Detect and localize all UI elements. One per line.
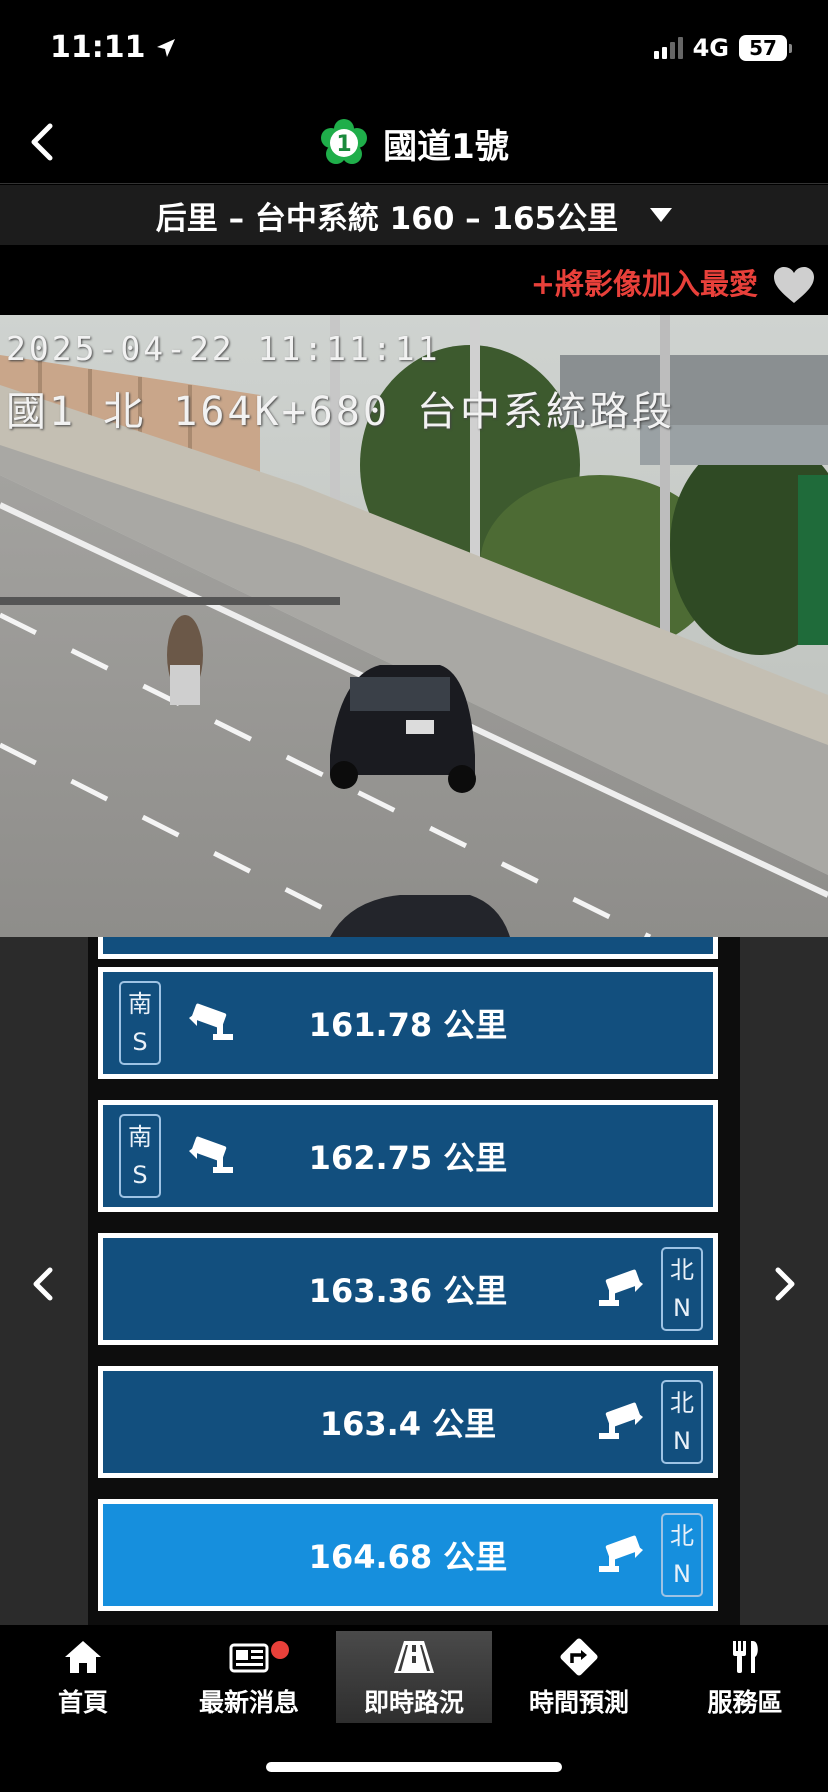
direction-cn: 南 bbox=[128, 1123, 152, 1151]
news-icon bbox=[229, 1643, 269, 1673]
direction-badge: 南 S bbox=[119, 1114, 161, 1198]
status-time: 11:11 bbox=[50, 30, 178, 65]
home-icon bbox=[65, 1641, 101, 1673]
direction-cn: 北 bbox=[670, 1389, 694, 1417]
location-arrow-icon bbox=[156, 38, 175, 57]
camera-list-panel: 南 S 161.78 公里 南 S 162.75 公里 163.36 公里 北 … bbox=[0, 937, 828, 1625]
camera-km: 164.68 公里 bbox=[308, 1538, 508, 1576]
battery-level: 57 bbox=[739, 35, 787, 61]
section-dropdown[interactable]: 后里 – 台中系統 160 – 165公里 bbox=[0, 185, 828, 245]
cctv-camera-icon bbox=[189, 1136, 233, 1173]
battery-icon: 57 bbox=[739, 35, 792, 61]
road-icon bbox=[394, 1641, 434, 1673]
camera-image: 2025-04-22 11:11:11 國1 北 164K+680 台中系統路段 bbox=[0, 315, 828, 937]
add-favorite-link[interactable]: +將影像加入最愛 bbox=[531, 261, 758, 303]
tab-home[interactable]: 首頁 bbox=[5, 1631, 161, 1723]
camera-timestamp: 2025-04-22 11:11:11 bbox=[6, 329, 441, 368]
nav-header: 1 國道1號 bbox=[0, 100, 828, 184]
direction-cn: 北 bbox=[670, 1522, 694, 1550]
cellular-signal-icon bbox=[653, 37, 683, 59]
direction-badge: 北 N bbox=[661, 1380, 703, 1464]
direction-cn: 南 bbox=[128, 990, 152, 1018]
camera-km: 162.75 公里 bbox=[308, 1139, 508, 1177]
direction-en: S bbox=[132, 1028, 148, 1056]
direction-en: S bbox=[132, 1161, 148, 1189]
direction-en: N bbox=[673, 1294, 691, 1322]
tab-news[interactable]: 最新消息 bbox=[171, 1631, 327, 1723]
tab-live-traffic[interactable]: 即時路況 bbox=[336, 1631, 492, 1723]
tab-service-area-label: 服務區 bbox=[707, 1688, 783, 1717]
camera-km: 163.36 公里 bbox=[308, 1272, 508, 1310]
favorite-row: +將影像加入最愛 bbox=[0, 245, 828, 315]
page-title-text: 國道1號 bbox=[383, 126, 509, 167]
tab-service-area[interactable]: 服務區 bbox=[667, 1631, 823, 1723]
direction-cn: 北 bbox=[670, 1256, 694, 1284]
page-title: 1 國道1號 bbox=[0, 118, 828, 168]
camera-location: 國1 北 164K+680 台中系統路段 bbox=[6, 389, 675, 435]
list-item-selected[interactable]: 164.68 公里 北 N bbox=[98, 1499, 718, 1611]
freeway-badge-icon: 1 bbox=[321, 119, 368, 164]
list-item[interactable]: 163.4 公里 北 N bbox=[98, 1366, 718, 1478]
list-item[interactable]: 南 S 161.78 公里 bbox=[98, 967, 718, 1079]
cctv-camera-icon bbox=[599, 1402, 643, 1439]
home-indicator bbox=[266, 1762, 562, 1772]
status-indicators: 4G 57 bbox=[653, 34, 792, 62]
tab-home-label: 首頁 bbox=[57, 1688, 108, 1717]
direction-badge: 北 N bbox=[661, 1513, 703, 1597]
freeway-badge-number: 1 bbox=[337, 132, 352, 157]
status-time-text: 11:11 bbox=[50, 30, 146, 65]
tab-time-prediction-label: 時間預測 bbox=[528, 1688, 629, 1717]
direction-en: N bbox=[673, 1560, 691, 1588]
heart-icon[interactable] bbox=[772, 265, 816, 305]
tab-time-prediction[interactable]: 時間預測 bbox=[501, 1631, 657, 1723]
list-item-partial[interactable] bbox=[98, 937, 718, 959]
tab-live-traffic-label: 即時路況 bbox=[363, 1688, 464, 1717]
network-type: 4G bbox=[692, 34, 729, 62]
cctv-camera-icon bbox=[599, 1269, 643, 1306]
previous-section-button[interactable] bbox=[24, 1262, 64, 1306]
utensils-icon bbox=[733, 1641, 758, 1673]
direction-badge: 南 S bbox=[119, 981, 161, 1065]
direction-en: N bbox=[673, 1427, 691, 1455]
chevron-down-icon bbox=[650, 208, 673, 222]
cctv-camera-icon bbox=[189, 1003, 233, 1040]
camera-list: 南 S 161.78 公里 南 S 162.75 公里 163.36 公里 北 … bbox=[88, 937, 740, 1625]
list-item[interactable]: 163.36 公里 北 N bbox=[98, 1233, 718, 1345]
route-icon bbox=[560, 1638, 598, 1676]
camera-km: 163.4 公里 bbox=[319, 1405, 497, 1443]
tab-news-label: 最新消息 bbox=[198, 1688, 299, 1717]
camera-km: 161.78 公里 bbox=[308, 1006, 508, 1044]
direction-badge: 北 N bbox=[661, 1247, 703, 1331]
status-bar: 11:11 4G 57 bbox=[0, 0, 828, 100]
cctv-camera-icon bbox=[599, 1535, 643, 1572]
notification-dot bbox=[271, 1641, 289, 1659]
next-section-button[interactable] bbox=[764, 1262, 804, 1306]
section-label: 后里 – 台中系統 160 – 165公里 bbox=[155, 200, 619, 237]
list-item[interactable]: 南 S 162.75 公里 bbox=[98, 1100, 718, 1212]
